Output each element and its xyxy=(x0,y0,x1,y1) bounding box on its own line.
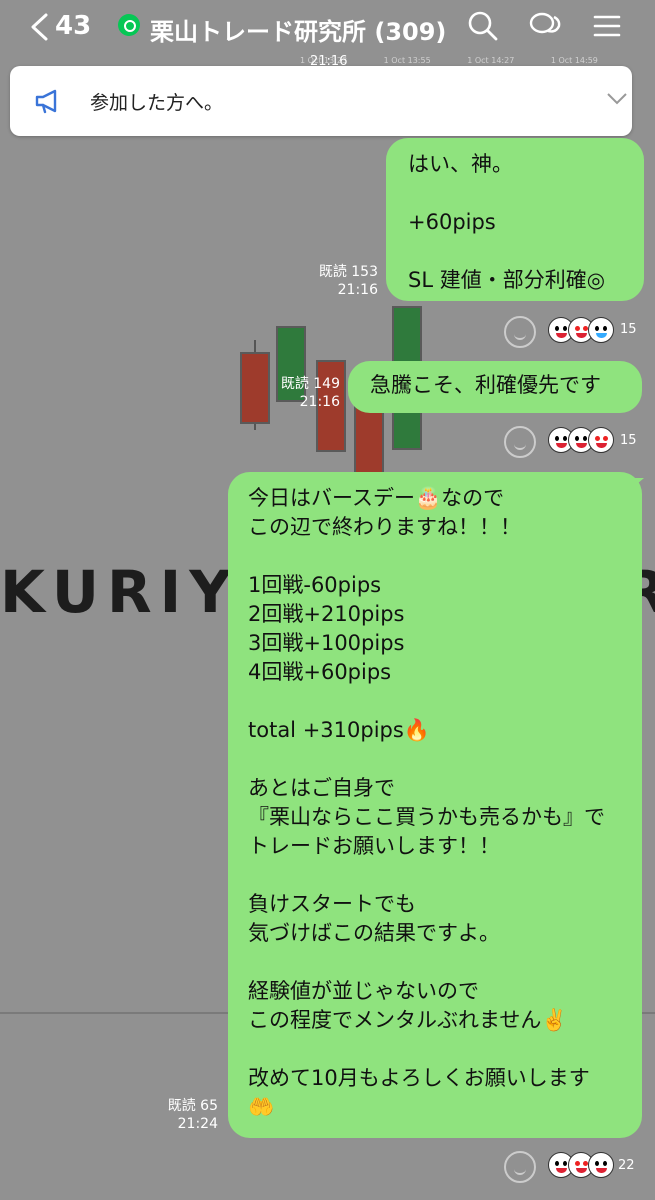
chevron-down-icon[interactable] xyxy=(606,92,628,106)
message-meta: 既読 153 21:16 xyxy=(308,263,378,299)
read-count: 既読 153 xyxy=(318,264,378,280)
message-time: 21:16 xyxy=(299,394,340,410)
message-bubble[interactable]: はい、神。 +60pips SL 建値・部分利確◎ xyxy=(386,138,644,301)
read-count: 既読 149 xyxy=(280,376,340,392)
megaphone-icon xyxy=(35,89,57,114)
reaction-count: 22 xyxy=(618,1158,635,1173)
menu-icon[interactable] xyxy=(590,9,624,43)
announcement-bar[interactable]: 参加した方へ。 xyxy=(10,66,632,136)
tick-label: 1 Oct 14:59 xyxy=(550,56,598,65)
message-bubble[interactable]: 今日はバースデー🎂なので この辺で終わりますね！！！ 1回戦-60pips 2回… xyxy=(228,472,642,1138)
message-meta: 既読 65 21:24 xyxy=(148,1097,218,1133)
add-reaction-icon[interactable] xyxy=(504,426,536,458)
back-chevron-icon[interactable] xyxy=(28,12,56,42)
search-icon[interactable] xyxy=(466,9,500,43)
tick-label: 1 Oct 14:27 xyxy=(467,56,515,65)
reaction-heart-icon xyxy=(588,427,614,453)
add-reaction-icon[interactable] xyxy=(504,316,536,348)
chat-bubbles-icon[interactable] xyxy=(528,9,562,43)
chart-time-ticks: 1 Oct 13:23 1 Oct 13:55 1 Oct 14:27 1 Oc… xyxy=(300,56,632,65)
read-count: 既読 65 xyxy=(167,1098,218,1114)
announcement-text: 参加した方へ。 xyxy=(90,92,224,114)
message-time: 21:16 xyxy=(337,282,378,298)
message-bubble[interactable]: 急騰こそ、利確優先です xyxy=(348,361,642,413)
add-reaction-icon[interactable] xyxy=(504,1151,536,1183)
candle xyxy=(240,352,270,424)
openchat-icon xyxy=(118,14,140,36)
chat-title[interactable]: 栗山トレード研究所 (309) xyxy=(150,12,446,47)
reaction-count: 15 xyxy=(620,322,637,337)
message-time: 21:24 xyxy=(177,1116,218,1132)
message-meta: 既読 149 21:16 xyxy=(270,375,340,411)
reaction-sticker-icon xyxy=(588,1152,614,1178)
unread-count[interactable]: 43 xyxy=(55,11,91,41)
tick-label: 1 Oct 13:55 xyxy=(383,56,431,65)
reaction-count: 15 xyxy=(620,433,637,448)
reaction-tear-icon xyxy=(588,317,614,343)
chat-header: 43 栗山トレード研究所 (309) xyxy=(0,0,655,56)
